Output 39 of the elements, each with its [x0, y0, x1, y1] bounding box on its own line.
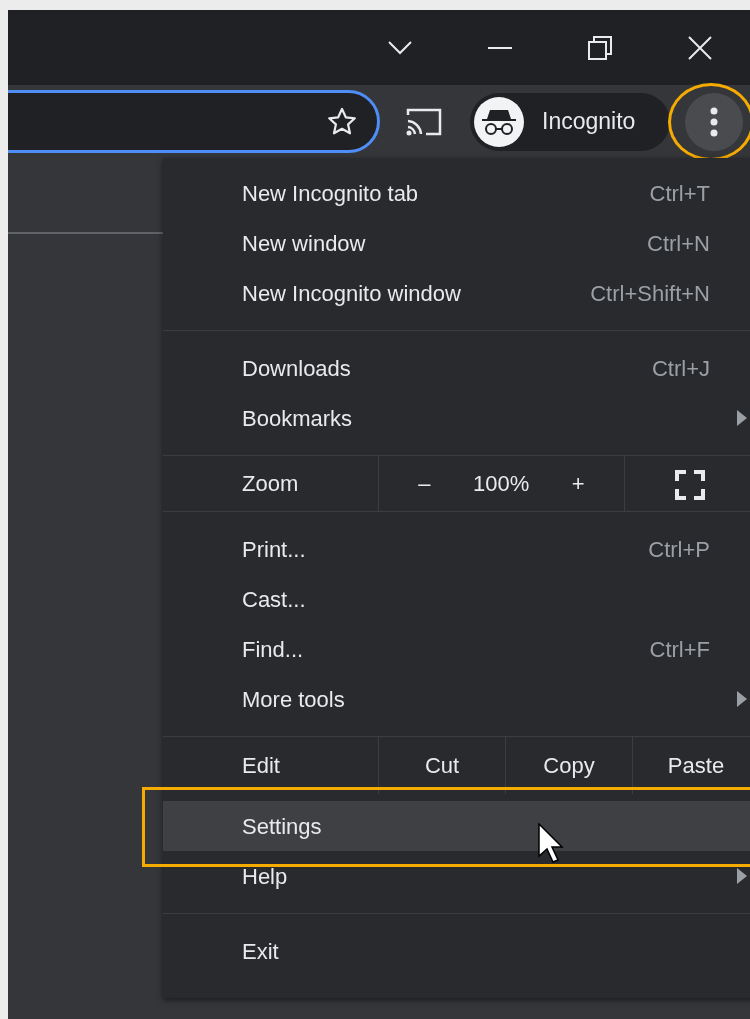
chevron-down-icon: [388, 40, 412, 55]
close-icon: [688, 35, 712, 60]
mouse-cursor-icon: [538, 823, 564, 863]
menu-item[interactable]: Exit: [163, 926, 750, 976]
more-icon: [710, 106, 718, 137]
menu-item[interactable]: New Incognito tab Ctrl+T: [163, 168, 750, 218]
shortcut-label: Ctrl+F: [649, 635, 710, 664]
address-bar[interactable]: [8, 90, 380, 153]
restore-icon: [588, 35, 612, 60]
star-icon[interactable]: [327, 106, 357, 137]
menu-item[interactable]: New Incognito window Ctrl+Shift+N: [163, 268, 750, 318]
edit-action-button[interactable]: Cut: [378, 737, 505, 794]
fullscreen-icon: [674, 470, 705, 501]
menu-item[interactable]: Downloads Ctrl+J: [163, 343, 750, 393]
shortcut-label: Ctrl+J: [651, 354, 710, 383]
menu-item[interactable]: Bookmarks: [163, 393, 750, 443]
zoom-out-button[interactable]: –: [418, 467, 431, 500]
menu-item[interactable]: Settings: [163, 801, 750, 851]
cast-button[interactable]: [406, 106, 442, 137]
edit-action-button[interactable]: Paste: [632, 737, 750, 794]
menu-item-label: Zoom: [242, 470, 299, 498]
menu-item[interactable]: Cast...: [163, 574, 750, 624]
shortcut-label: Ctrl+Shift+N: [590, 279, 710, 308]
menu-item[interactable]: More tools: [163, 674, 750, 724]
cast-icon: [406, 106, 442, 137]
menu-button[interactable]: [685, 92, 743, 151]
shortcut-label: Ctrl+P: [648, 535, 710, 564]
edit-action-button[interactable]: Copy: [505, 737, 632, 794]
shortcut-label: Ctrl+N: [647, 229, 710, 258]
menu-item-label: Edit: [242, 752, 280, 780]
menu-item[interactable]: Print... Ctrl+P: [163, 524, 750, 574]
menu-item[interactable]: New window Ctrl+N: [163, 218, 750, 268]
zoom-in-button[interactable]: +: [571, 467, 585, 500]
menu-item[interactable]: Find... Ctrl+F: [163, 624, 750, 674]
profile-button[interactable]: Incognito: [470, 92, 670, 151]
menu-item[interactable]: Help: [163, 851, 750, 901]
shortcut-label: Ctrl+T: [649, 179, 710, 208]
zoom-level: 100%: [473, 470, 530, 498]
minimize-icon: [488, 46, 512, 49]
